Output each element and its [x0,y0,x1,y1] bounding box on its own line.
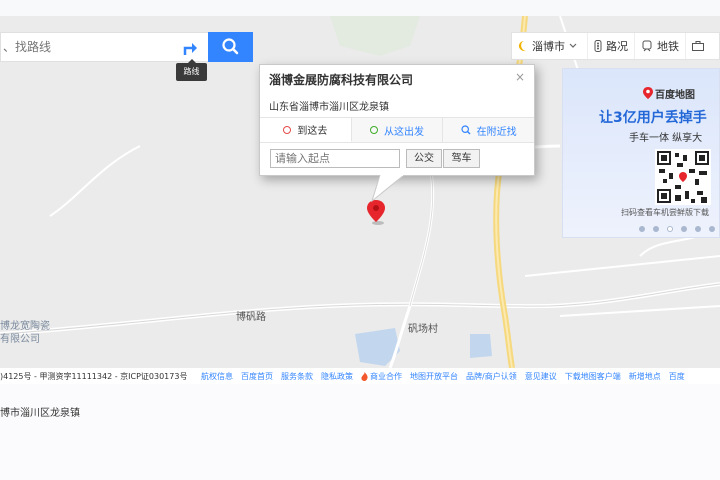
subway-button[interactable]: 地铁 [635,33,686,59]
footer-link[interactable]: 航权信息 [201,371,233,382]
poi-address: 山东省淄博市淄川区龙泉镇 [269,102,389,113]
location-text: 博市淄川区龙泉镇 [0,408,80,419]
footer-link-business[interactable]: 商业合作 [361,371,402,382]
carousel-dot[interactable] [639,226,645,232]
bus-button[interactable]: 公交 [406,149,442,168]
drive-button[interactable]: 驾车 [443,149,480,168]
brand-logo: 百度地图 [655,90,695,101]
poi-label-line2[interactable]: 有限公司 [0,334,40,346]
carousel-dots [639,226,719,232]
subway-icon [642,40,652,52]
road-label-bofan: 博矾路 [236,312,266,323]
carousel-dot[interactable] [695,226,701,232]
route-tooltip: 路线 [176,59,207,81]
toolbox-icon [692,41,704,51]
promo-caption: 扫码查看车机尝鲜版下载 [621,208,709,217]
search-button[interactable] [208,32,253,62]
toolbox-button[interactable] [686,33,714,59]
city-selector[interactable]: 淄博市 [512,33,588,59]
promo-headline: 让3亿用户丢掉手 [599,110,707,126]
traffic-button[interactable]: 路况 [588,33,635,59]
footer-link[interactable]: 隐私政策 [321,371,353,382]
footer-bar: )4125号 - 甲测资字11111342 - 京ICP证030173号 航权信… [0,368,720,384]
top-toolbar: 淄博市 路况 地铁 [511,32,720,60]
start-point-input[interactable] [270,149,400,168]
traffic-label: 路况 [606,40,628,53]
search-icon [461,125,471,135]
poi-info-window: 淄博金展防腐科技有限公司 × 山东省淄博市淄川区龙泉镇 到这去 从这出发 在附近… [259,64,535,176]
footer-link[interactable]: 百度 [669,371,685,382]
info-window-pointer [371,175,405,203]
promo-subline: 手车一体 纵享大 [629,133,703,144]
village-label-fanchang: 矾场村 [408,324,438,335]
footer-link[interactable]: 地图开放平台 [410,371,458,382]
map-pin-icon [643,87,653,99]
poi-title[interactable]: 淄博金展防腐科技有限公司 [269,71,413,88]
city-label: 淄博市 [532,40,565,53]
footer-link[interactable]: 服务条款 [281,371,313,382]
subway-label: 地铁 [657,40,679,53]
footer-link[interactable]: 新增地点 [629,371,661,382]
route-tabs: 到这去 从这出发 在附近找 [260,117,535,143]
close-icon[interactable]: × [515,70,525,84]
carousel-dot-active[interactable] [667,226,673,232]
license-text: )4125号 - 甲测资字11111342 - 京ICP证030173号 [0,372,188,381]
tab-from-here[interactable]: 从这出发 [351,118,444,142]
footer-link[interactable]: 百度首页 [241,371,273,382]
carousel-dot[interactable] [653,226,659,232]
app-promo-panel[interactable]: 百度地图 让3亿用户丢掉手 手车一体 纵享大 扫码查看车机尝鲜版下载 [562,68,720,238]
circle-icon [283,125,292,134]
tab-go-here[interactable]: 到这去 [260,118,352,142]
carousel-dot[interactable] [681,226,687,232]
footer-link[interactable]: 下载地图客户端 [565,371,621,382]
circle-icon [370,126,378,134]
poi-label-line1[interactable]: 博龙宽陶瓷 [0,321,50,333]
search-box [0,32,208,62]
traffic-light-icon [594,40,602,52]
search-input[interactable] [1,33,171,61]
chevron-down-icon [569,43,577,48]
search-icon [222,38,239,55]
footer-link[interactable]: 品牌/商户认领 [466,371,517,382]
flame-icon [361,372,368,381]
page-background [0,384,720,480]
location-marker-icon[interactable] [366,200,386,226]
qr-code [655,149,711,205]
moon-icon [518,41,526,52]
footer-link[interactable]: 意见建议 [525,371,557,382]
tab-search-nearby[interactable]: 在附近找 [443,118,535,142]
route-icon[interactable] [179,38,201,58]
carousel-dot[interactable] [709,226,715,232]
footer-links: 航权信息 百度首页 服务条款 隐私政策 商业合作 地图开放平台 品牌/商户认领 … [201,371,693,382]
